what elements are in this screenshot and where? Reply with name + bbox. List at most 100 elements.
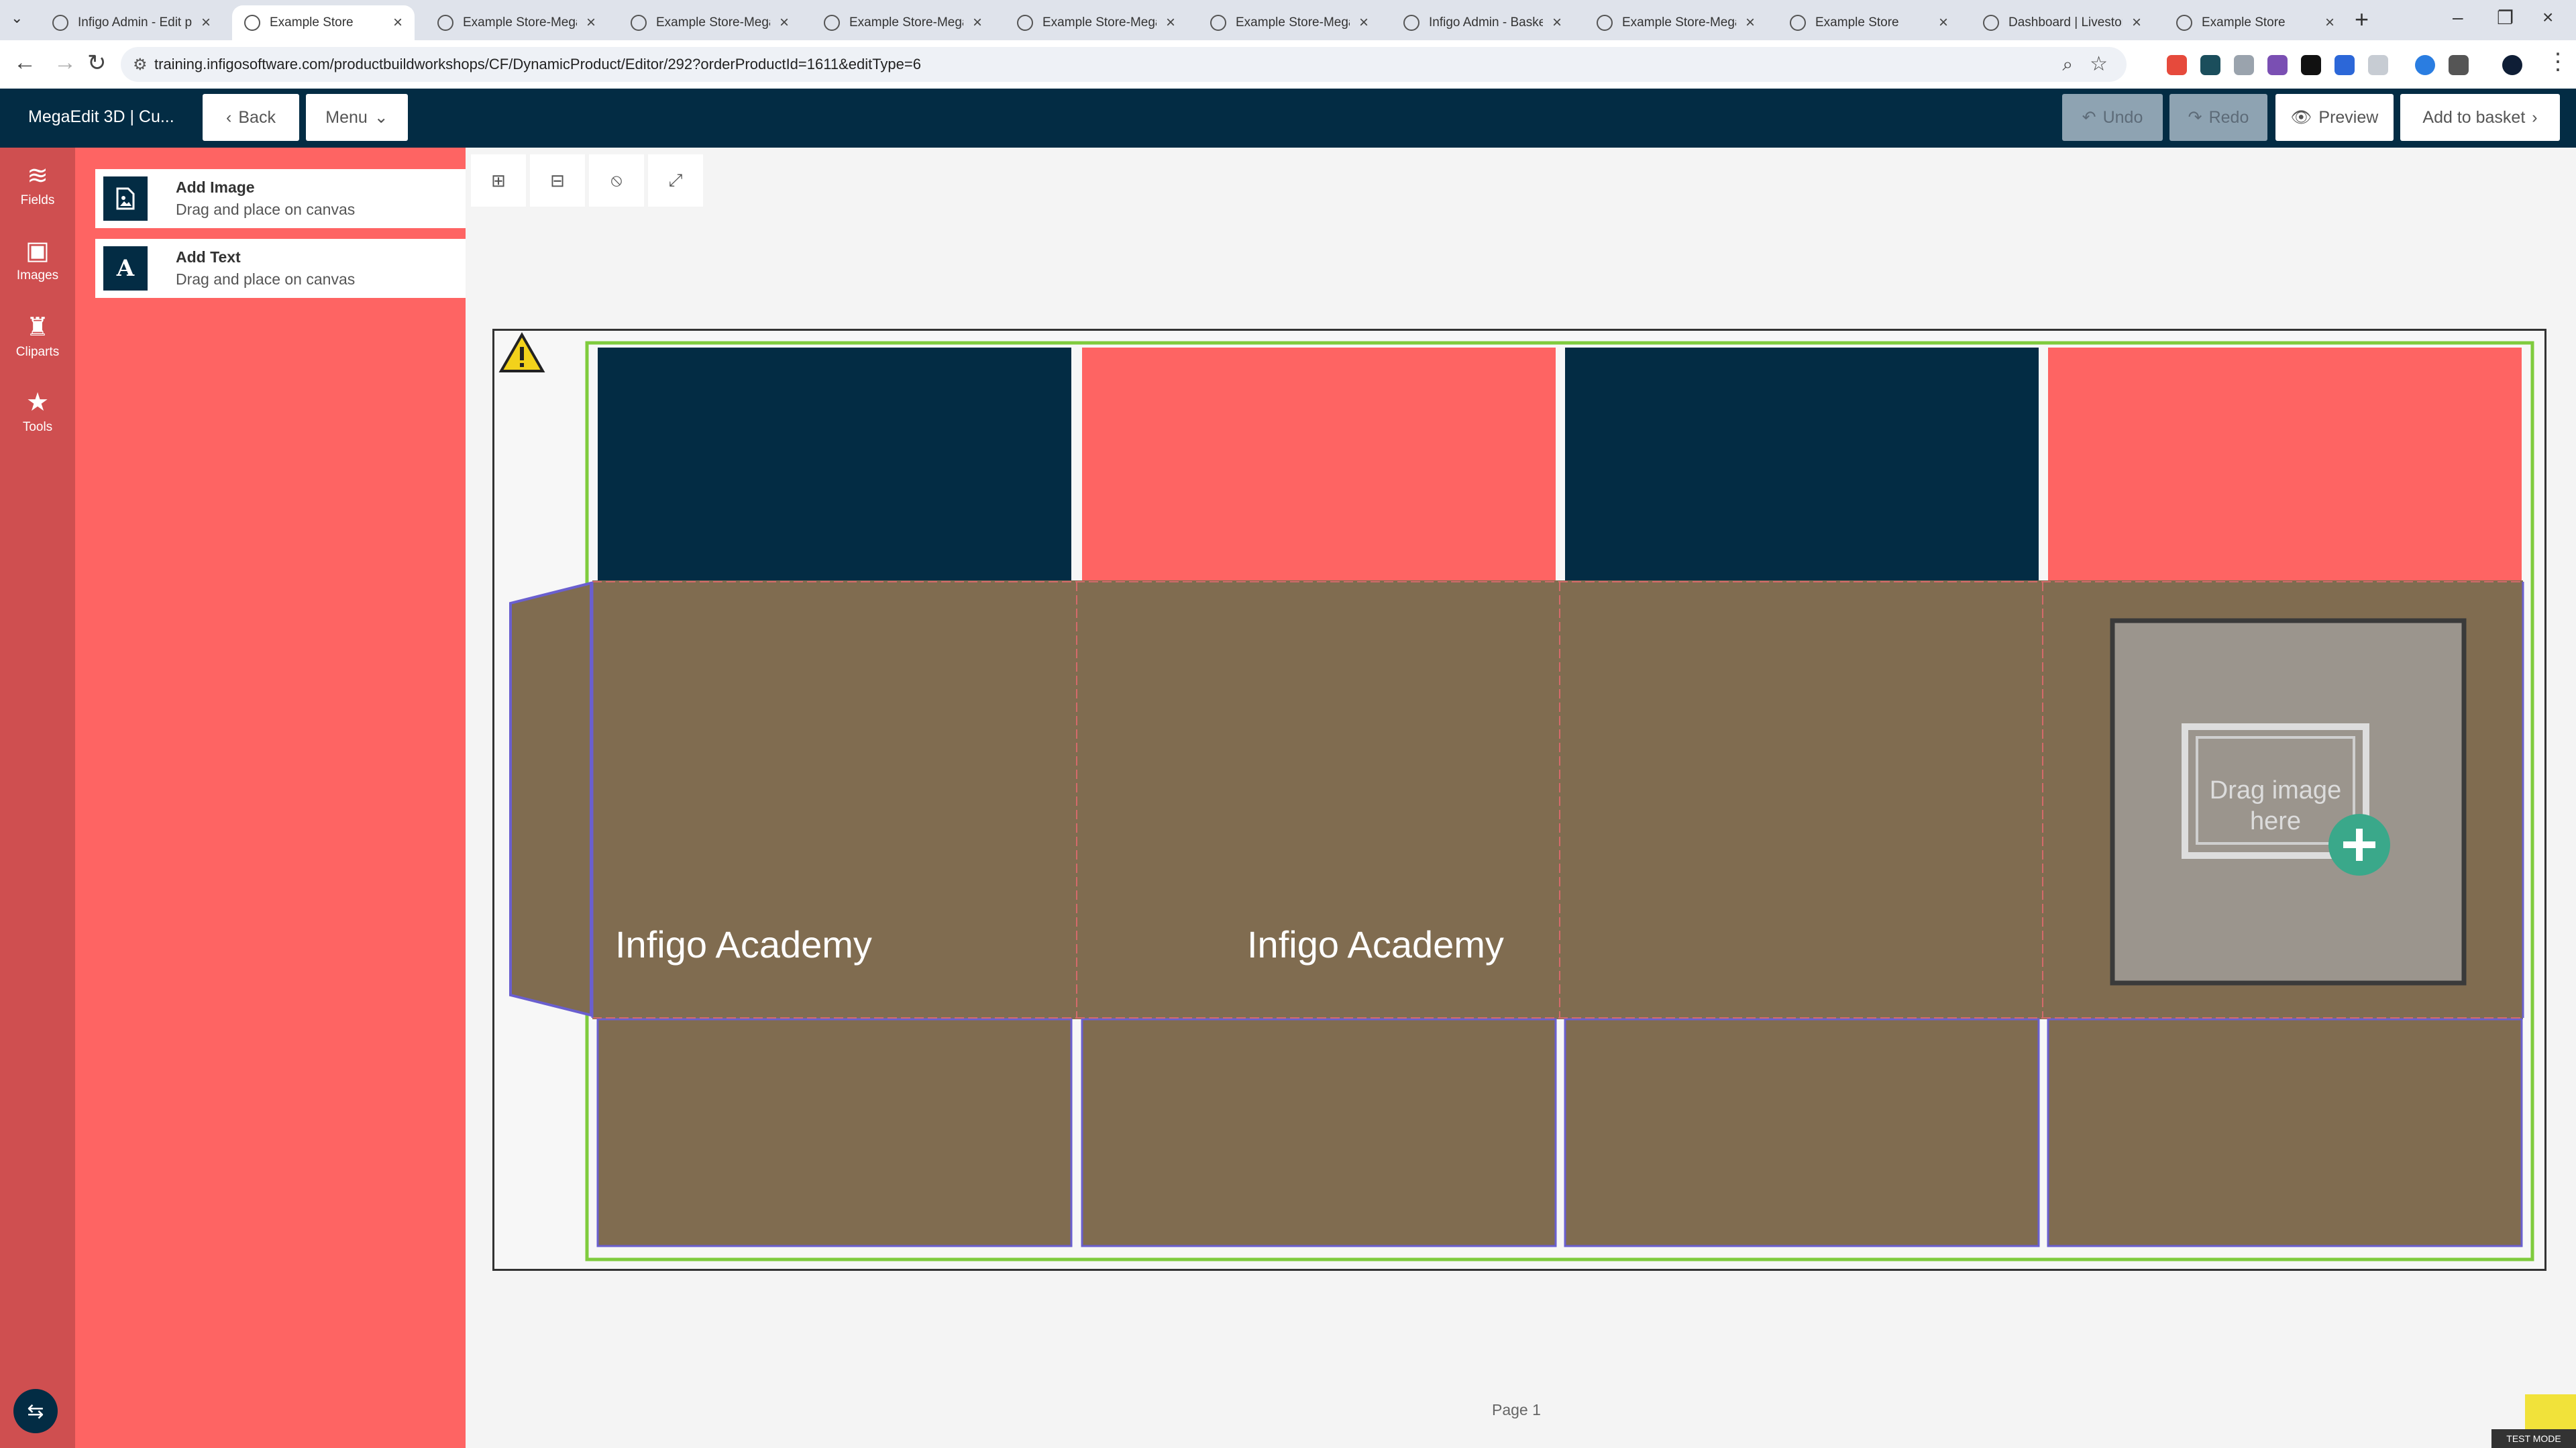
nav-fields[interactable]: ≋ Fields: [0, 161, 75, 228]
bottom-flap[interactable]: [1081, 1018, 1557, 1247]
browser-tab[interactable]: Dashboard | Livestorm ×: [1971, 5, 2153, 40]
restore-icon[interactable]: ❐: [2497, 7, 2514, 29]
close-icon[interactable]: ×: [1939, 13, 1948, 32]
globe-icon: [52, 15, 68, 31]
close-icon[interactable]: ×: [586, 13, 596, 32]
close-icon[interactable]: ×: [1359, 13, 1368, 32]
editor-header: MegaEdit 3D | Cu... ‹ Back Menu ⌄ ↶ Undo…: [0, 89, 2576, 148]
window-close-icon[interactable]: ×: [2542, 7, 2553, 28]
fullscreen-icon[interactable]: ⤢: [648, 154, 703, 207]
zoom-out-icon[interactable]: ⊟: [530, 154, 585, 207]
close-icon[interactable]: ×: [1746, 13, 1755, 32]
site-info-icon[interactable]: ⚙: [133, 55, 148, 74]
browser-tab-active[interactable]: Example Store ×: [232, 5, 415, 40]
canvas-text-infigo-academy[interactable]: Infigo Academy: [1247, 923, 1504, 966]
add-image-field[interactable]: Add Image Drag and place on canvas: [95, 169, 519, 228]
undo-button[interactable]: ↶ Undo: [2062, 94, 2163, 141]
field-subtitle: Drag and place on canvas: [176, 270, 356, 288]
browser-tab[interactable]: Example Store-MegaEdit ×: [425, 5, 608, 40]
browser-tab[interactable]: Example Store-MegaEdit ×: [619, 5, 801, 40]
undo-icon: ↶: [2082, 108, 2096, 127]
layers-icon: ≋: [27, 162, 48, 190]
star-icon: ★: [25, 389, 50, 417]
warning-icon[interactable]: [498, 332, 545, 375]
nav-tools[interactable]: ★ Tools: [0, 388, 75, 455]
extension-icon[interactable]: [2200, 55, 2220, 75]
chevron-left-icon: ‹: [226, 107, 232, 127]
text-A-icon: A: [103, 246, 148, 291]
browser-tab[interactable]: Example Store-MegaEdit ×: [1585, 5, 1767, 40]
globe-icon: [631, 15, 647, 31]
close-icon[interactable]: ×: [973, 13, 982, 32]
zoom-magnifier-icon[interactable]: ⌕: [2062, 54, 2073, 76]
close-icon[interactable]: ×: [780, 13, 789, 32]
extension-icon[interactable]: [2334, 55, 2355, 75]
bookmark-star-icon[interactable]: ☆: [2090, 52, 2108, 76]
close-icon[interactable]: ×: [201, 13, 211, 32]
globe-icon: [2176, 15, 2192, 31]
globe-icon: [1403, 15, 1419, 31]
nav-images[interactable]: ▣ Images: [0, 236, 75, 303]
extension-icon[interactable]: [2368, 55, 2388, 75]
close-icon[interactable]: ×: [393, 13, 402, 32]
extension-icon[interactable]: [2301, 55, 2321, 75]
back-arrow-icon[interactable]: ←: [13, 50, 36, 76]
extension-icon[interactable]: [2415, 55, 2435, 75]
top-flap-coral[interactable]: [1082, 348, 1556, 581]
add-text-field[interactable]: A Add Text Drag and place on canvas: [95, 239, 519, 298]
bottom-flap[interactable]: [2047, 1018, 2523, 1247]
tab-search-chevron-icon[interactable]: ⌄: [11, 9, 23, 27]
forward-arrow-icon[interactable]: →: [54, 50, 76, 76]
close-icon[interactable]: ×: [2132, 13, 2141, 32]
browser-tab[interactable]: Example Store-MegaEdit ×: [1198, 5, 1381, 40]
add-to-basket-button[interactable]: Add to basket ›: [2400, 94, 2560, 141]
reload-icon[interactable]: ↻: [87, 50, 107, 76]
new-tab-plus-icon[interactable]: +: [2355, 5, 2369, 34]
canvas-text-infigo-academy[interactable]: Infigo Academy: [615, 923, 872, 966]
top-flap-coral[interactable]: [2048, 348, 2522, 581]
preview-button[interactable]: 👁 Preview: [2275, 94, 2394, 141]
nav-cliparts[interactable]: ♜ Cliparts: [0, 313, 75, 380]
zoom-in-icon[interactable]: ⊞: [471, 154, 526, 207]
tab-title: Dashboard | Livestorm: [2008, 15, 2123, 30]
browser-tab[interactable]: Infigo Admin - Basket ×: [1391, 5, 1574, 40]
browser-tab[interactable]: Example Store-MegaEdit ×: [812, 5, 994, 40]
editor-title: MegaEdit 3D | Cu...: [28, 107, 174, 126]
url-text: training.infigosoftware.com/productbuild…: [154, 56, 921, 72]
kebab-menu-icon[interactable]: ⋮: [2546, 48, 2569, 75]
extension-icon[interactable]: [2234, 55, 2254, 75]
back-button[interactable]: ‹ Back: [203, 94, 299, 141]
close-icon[interactable]: ×: [1552, 13, 1562, 32]
url-bar[interactable]: ⚙ training.infigosoftware.com/productbui…: [121, 47, 2127, 82]
reset-icon[interactable]: ⦸: [589, 154, 644, 207]
redo-button[interactable]: ↷ Redo: [2169, 94, 2267, 141]
bottom-flap[interactable]: [596, 1018, 1073, 1247]
swap-arrows-icon[interactable]: ⇆: [13, 1389, 58, 1433]
tab-title: Example Store: [1815, 15, 1899, 30]
tab-title: Example Store: [270, 15, 354, 30]
left-nav-rail: ≋ Fields ▣ Images ♜ Cliparts ★ Tools: [0, 148, 75, 1448]
browser-tab[interactable]: Example Store-MegaEdit ×: [1005, 5, 1187, 40]
field-subtitle: Drag and place on canvas: [176, 201, 356, 218]
chevron-down-icon: ⌄: [374, 108, 388, 127]
minimize-icon[interactable]: –: [2453, 7, 2463, 28]
extension-icon[interactable]: [2267, 55, 2288, 75]
browser-tab[interactable]: Example Store ×: [2164, 5, 2347, 40]
menu-button[interactable]: Menu ⌄: [306, 94, 408, 141]
profile-avatar[interactable]: [2502, 55, 2522, 75]
design-canvas[interactable]: Infigo Academy Infigo Academy Drag image…: [492, 329, 2546, 1271]
top-flap-navy[interactable]: [598, 348, 1071, 581]
globe-icon: [244, 15, 260, 31]
extension-icon[interactable]: [2167, 55, 2187, 75]
close-icon[interactable]: ×: [2325, 13, 2334, 32]
browser-tab[interactable]: Infigo Admin - Edit product ×: [40, 5, 223, 40]
browser-tab[interactable]: Example Store ×: [1778, 5, 1960, 40]
bottom-flap[interactable]: [1564, 1018, 2040, 1247]
puzzle-extensions-icon[interactable]: [2449, 55, 2469, 75]
close-icon[interactable]: ×: [1166, 13, 1175, 32]
tab-title: Infigo Admin - Basket: [1429, 15, 1543, 30]
glue-tab[interactable]: [509, 581, 592, 1017]
fields-panel: Add Image Drag and place on canvas A Add…: [75, 148, 519, 1448]
globe-icon: [824, 15, 840, 31]
top-flap-navy[interactable]: [1565, 348, 2039, 581]
